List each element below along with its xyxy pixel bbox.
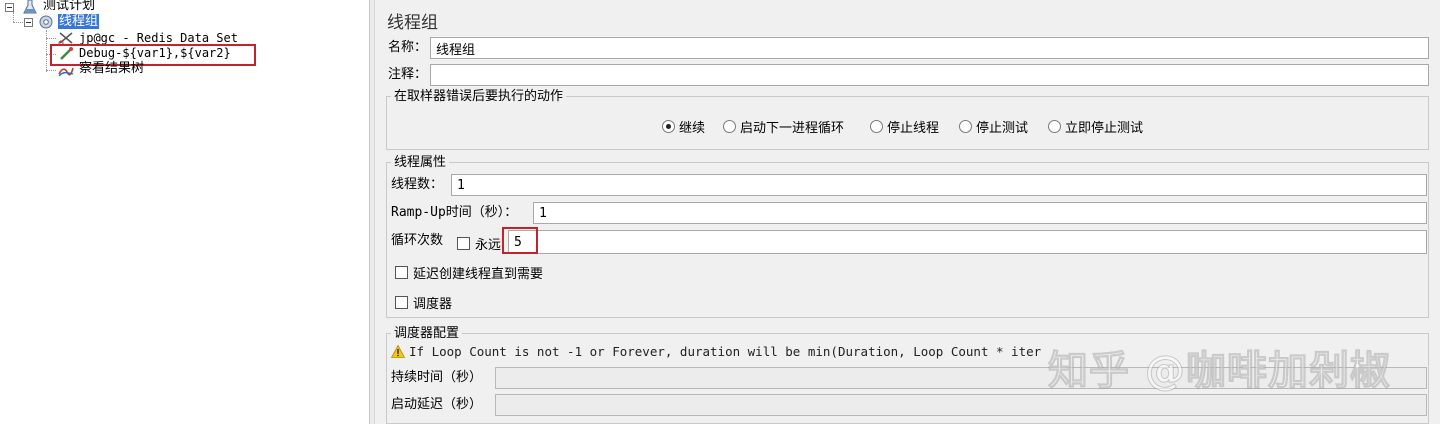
checkbox[interactable]	[395, 296, 408, 309]
tree-guide-line	[13, 12, 14, 22]
checkbox[interactable]	[457, 237, 470, 250]
loop-count-label: 循环次数	[391, 233, 444, 248]
tree-guide-line	[46, 30, 47, 72]
comment-field[interactable]	[430, 64, 1429, 86]
threads-label: 线程数：	[391, 177, 444, 192]
radio-button[interactable]	[870, 120, 883, 133]
rampup-label: Ramp-Up时间（秒）：	[391, 205, 518, 220]
loop-count-field[interactable]	[508, 230, 1427, 254]
radio-button[interactable]	[1048, 120, 1061, 133]
flask-icon	[23, 0, 37, 14]
checkbox[interactable]	[395, 266, 408, 279]
group-title: 调度器配置	[391, 326, 463, 342]
group-title: 在取样器错误后要执行的动作	[391, 89, 567, 105]
comment-label: 注释：	[388, 67, 428, 82]
duration-field[interactable]	[495, 367, 1427, 389]
thread-group-editor: 线程组 名称： 注释： 在取样器错误后要执行的动作 继续 启动下一进程循环 停止…	[375, 0, 1440, 424]
tree-item-test-plan[interactable]: 测试计划	[42, 0, 96, 14]
scheduler-checkbox[interactable]: 调度器	[395, 293, 452, 312]
test-plan-tree[interactable]: 测试计划 线程组 jp@gc - Redis Data Set Debug-${…	[0, 0, 369, 424]
collapse-toggle-thread-group[interactable]	[24, 18, 33, 27]
page-title: 线程组	[387, 13, 438, 33]
tree-guide-line	[46, 38, 56, 39]
duration-label: 持续时间（秒）	[391, 370, 483, 385]
radio-label: 停止测试	[976, 121, 1029, 136]
highlight-box	[502, 227, 538, 254]
tree-item-label: 线程组	[58, 14, 100, 29]
radio-stop-thread[interactable]: 停止线程	[870, 117, 939, 136]
warning-icon	[391, 345, 405, 358]
startup-delay-field[interactable]	[495, 394, 1427, 416]
listener-chart-icon	[58, 67, 74, 77]
threads-field[interactable]	[451, 174, 1427, 196]
radio-button[interactable]	[662, 120, 675, 133]
thread-group-gear-icon	[39, 15, 53, 29]
radio-continue[interactable]: 继续	[662, 117, 705, 136]
radio-label: 继续	[679, 121, 706, 136]
forever-checkbox[interactable]: 永远	[457, 234, 501, 253]
delay-thread-creation-checkbox[interactable]: 延迟创建线程直到需要	[395, 263, 543, 282]
startup-delay-label: 启动延迟（秒）	[391, 397, 483, 412]
radio-button[interactable]	[959, 120, 972, 133]
group-title: 线程属性	[391, 155, 450, 171]
radio-start-next-loop[interactable]: 启动下一进程循环	[723, 117, 844, 136]
warning-text: If Loop Count is not -1 or Forever, dura…	[409, 344, 1042, 359]
radio-stop-test-now[interactable]: 立即停止测试	[1048, 117, 1143, 136]
rampup-field[interactable]	[533, 202, 1427, 224]
radio-label: 启动下一进程循环	[740, 121, 845, 136]
radio-label: 停止线程	[887, 121, 940, 136]
tree-item-view-results-tree[interactable]: 察看结果树	[78, 61, 145, 77]
tree-guide-line	[46, 70, 56, 71]
tree-item-label: 测试计划	[43, 0, 96, 13]
tree-item-label: jp@gc - Redis Data Set	[79, 31, 238, 45]
name-field[interactable]	[430, 37, 1429, 59]
radio-label: 立即停止测试	[1065, 121, 1144, 136]
radio-stop-test[interactable]: 停止测试	[959, 117, 1028, 136]
tree-item-thread-group[interactable]: 线程组	[58, 14, 100, 30]
checkbox-label: 调度器	[413, 297, 453, 312]
name-label: 名称：	[388, 40, 428, 55]
collapse-toggle-test-plan[interactable]	[5, 3, 14, 12]
checkbox-label: 永远	[475, 238, 502, 253]
radio-button[interactable]	[723, 120, 736, 133]
scheduler-warning: If Loop Count is not -1 or Forever, dura…	[391, 344, 1041, 359]
checkbox-label: 延迟创建线程直到需要	[413, 267, 544, 282]
tree-item-label: 察看结果树	[79, 61, 145, 76]
